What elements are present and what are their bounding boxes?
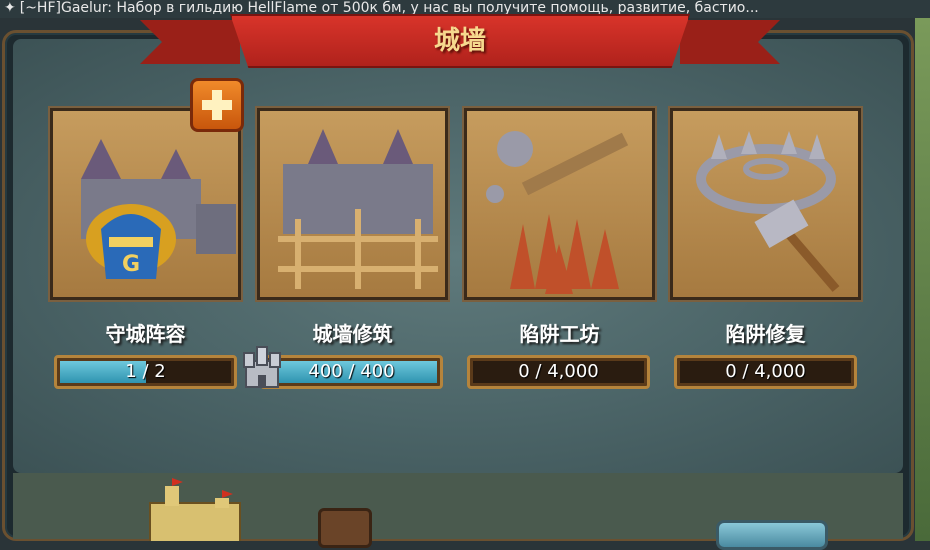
card-defense-formation[interactable]: G bbox=[50, 108, 241, 300]
progress-defense-formation: 1 / 2 bbox=[54, 355, 237, 389]
castle-helmet-icon: G bbox=[81, 139, 236, 279]
progress-trap-repair: 0 / 4,000 bbox=[674, 355, 857, 389]
gem-button[interactable] bbox=[716, 520, 828, 550]
title-banner: 城墙 bbox=[140, 14, 780, 76]
chat-icon: ✦ bbox=[4, 0, 16, 16]
label-defense-formation: 守城阵容 bbox=[105, 322, 186, 346]
window-title: 城墙 bbox=[433, 26, 486, 56]
spiked-mace-icon bbox=[486, 131, 629, 294]
progress-wall-fortification: 400 / 400 bbox=[260, 355, 443, 389]
card-wall-fortification[interactable] bbox=[257, 108, 448, 300]
label-trap-repair: 陷阱修复 bbox=[725, 322, 806, 346]
castle-scaffold-icon bbox=[278, 129, 438, 289]
bear-trap-hammer-icon bbox=[696, 131, 840, 292]
label-trap-workshop: 陷阱工坊 bbox=[519, 322, 600, 346]
castle-icon bbox=[243, 346, 281, 388]
plus-icon bbox=[202, 90, 232, 120]
progress-trap-workshop: 0 / 4,000 bbox=[467, 355, 650, 389]
scroll-button[interactable] bbox=[318, 508, 372, 548]
label-wall-fortification: 城墙修筑 bbox=[312, 322, 393, 346]
chat-sender: [~HF]Gaelur bbox=[19, 0, 108, 16]
castle-building-icon[interactable] bbox=[145, 478, 245, 541]
add-formation-button[interactable] bbox=[190, 78, 244, 132]
card-trap-repair[interactable] bbox=[670, 108, 861, 300]
background-strip bbox=[915, 18, 930, 541]
card-trap-workshop[interactable] bbox=[464, 108, 655, 300]
svg-text:G: G bbox=[122, 252, 140, 277]
